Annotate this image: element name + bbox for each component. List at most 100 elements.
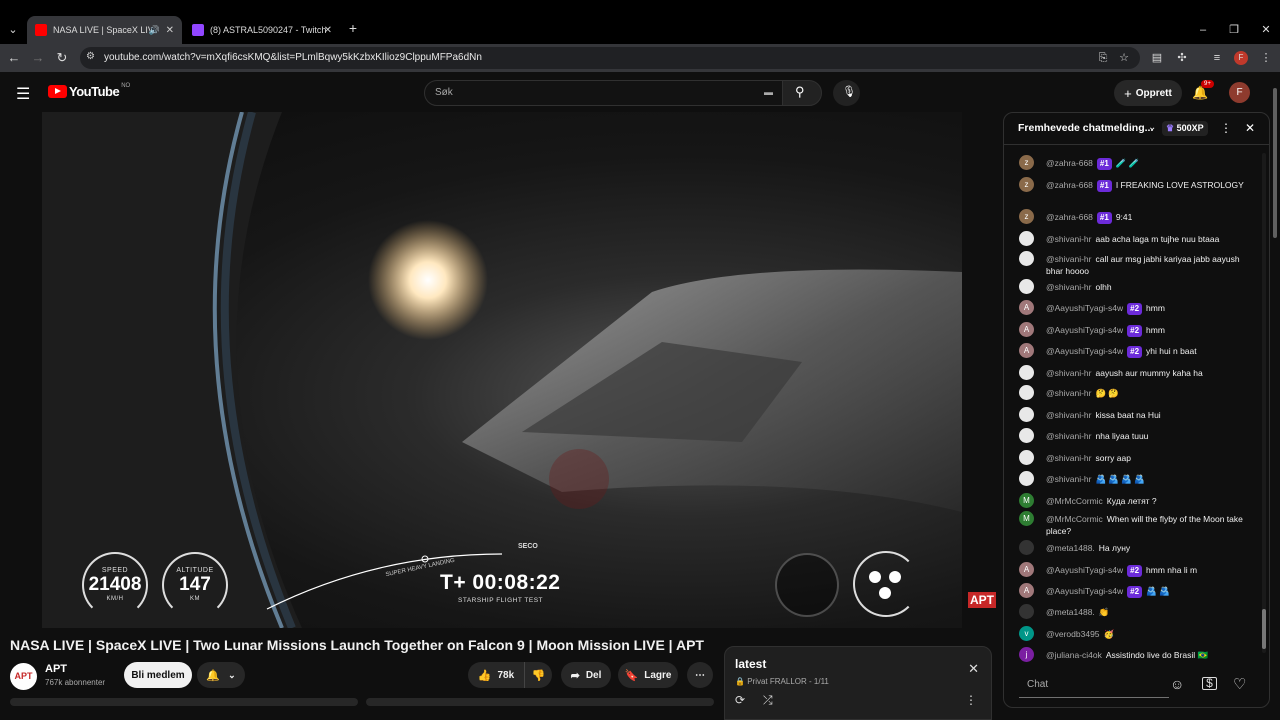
shuffle-icon[interactable]: ⤮ (763, 693, 773, 708)
chat-author[interactable]: @verodb3495 (1046, 629, 1100, 639)
close-window-icon[interactable]: ✕ (1259, 24, 1273, 36)
bookmark-star-icon[interactable]: ☆ (1117, 52, 1131, 64)
chat-avatar[interactable] (1019, 231, 1034, 246)
chat-author[interactable]: @juliana-ci4ok (1046, 650, 1102, 660)
chat-mode-selector[interactable]: Fremhevede chatmelding... (1018, 122, 1153, 134)
chat-author[interactable]: @AayushiTyagi-s4w (1046, 325, 1123, 335)
forward-icon[interactable]: → (30, 50, 46, 65)
chat-author[interactable]: @meta1488. (1046, 543, 1095, 553)
browser-menu-icon[interactable]: ⋮ (1259, 52, 1273, 64)
profile-avatar[interactable]: F (1234, 51, 1248, 65)
chat-avatar[interactable]: z (1019, 209, 1034, 224)
channel-watermark[interactable]: APT (968, 592, 996, 608)
chat-author[interactable]: @shivani-hr (1046, 410, 1091, 420)
chat-avatar[interactable]: z (1019, 177, 1034, 192)
like-button[interactable]: 👍 78k (468, 662, 524, 688)
close-tab-icon[interactable]: ✕ (324, 25, 332, 36)
chat-avatar[interactable] (1019, 279, 1034, 294)
chat-avatar[interactable] (1019, 407, 1034, 422)
chat-author[interactable]: @AayushiTyagi-s4w (1046, 346, 1123, 356)
playlist-title[interactable]: latest (735, 657, 766, 671)
tab-youtube[interactable]: NASA LIVE | SpaceX LIVE | Tw 🔊 ✕ (27, 16, 182, 44)
chat-author[interactable]: @AayushiTyagi-s4w (1046, 565, 1123, 575)
chat-author[interactable]: @MrMcCormic (1046, 496, 1103, 506)
chat-avatar[interactable]: z (1019, 155, 1034, 170)
puzzle-icon[interactable]: ✣ (1175, 52, 1189, 64)
chat-avatar[interactable] (1019, 428, 1034, 443)
extension-icon[interactable]: ▤ (1150, 52, 1164, 64)
chevron-down-icon[interactable]: ⌄ (1148, 122, 1156, 133)
channel-name[interactable]: APT (45, 663, 67, 675)
reload-icon[interactable]: ↻ (54, 50, 70, 66)
chat-input[interactable]: Chat (1019, 672, 1169, 698)
create-button[interactable]: + Opprett (1114, 80, 1182, 106)
install-app-icon[interactable]: ⎘ (1096, 52, 1110, 64)
tab-list-icon[interactable]: ⌄ (6, 24, 20, 36)
more-actions-button[interactable]: ⋯ (687, 662, 713, 688)
close-chat-icon[interactable]: ✕ (1245, 121, 1255, 135)
search-input[interactable]: Søk ▬ (424, 80, 784, 106)
chat-author[interactable]: @shivani-hr (1046, 368, 1091, 378)
chat-avatar[interactable] (1019, 471, 1034, 486)
page-scrollbar[interactable] (1272, 88, 1278, 708)
chat-avatar[interactable]: A (1019, 300, 1034, 315)
site-info-icon[interactable]: ⚙ (86, 51, 95, 62)
chat-avatar[interactable]: A (1019, 343, 1034, 358)
chat-avatar[interactable]: M (1019, 493, 1034, 508)
chat-avatar[interactable] (1019, 604, 1034, 619)
chat-author[interactable]: @zahra-668 (1046, 212, 1093, 222)
tab-twitch[interactable]: (8) ASTRAL5090247 - Twitch ✕ (184, 16, 340, 44)
chat-author[interactable]: @shivani-hr (1046, 388, 1091, 398)
minimize-icon[interactable]: – (1196, 24, 1210, 36)
chat-avatar[interactable]: v (1019, 626, 1034, 641)
dislike-button[interactable]: 👎 (524, 662, 552, 688)
back-icon[interactable]: ← (6, 50, 22, 65)
chat-author[interactable]: @shivani-hr (1046, 431, 1091, 441)
hamburger-menu-icon[interactable]: ☰ (16, 84, 30, 104)
video-player[interactable]: SPEED 21408 KM/H ALTITUDE 147 KM SUPER H… (42, 112, 962, 628)
chat-author[interactable]: @meta1488. (1046, 607, 1095, 617)
channel-avatar[interactable]: APT (10, 663, 37, 690)
new-tab-button[interactable]: + (346, 21, 360, 35)
xp-badge[interactable]: ♛ 500XP (1162, 121, 1208, 136)
super-chat-icon[interactable]: $ (1202, 677, 1217, 690)
chat-scrollbar[interactable] (1262, 153, 1266, 653)
save-button[interactable]: 🔖 Lagre (618, 662, 678, 688)
chat-avatar[interactable] (1019, 251, 1034, 266)
chat-avatar[interactable]: A (1019, 562, 1034, 577)
chat-avatar[interactable]: A (1019, 322, 1034, 337)
chat-avatar[interactable]: A (1019, 583, 1034, 598)
notification-bell-button[interactable]: 🔔 ⌄ (197, 662, 245, 688)
chat-scrollbar-thumb[interactable] (1262, 609, 1266, 649)
restore-icon[interactable]: ❐ (1227, 24, 1241, 36)
chat-avatar[interactable] (1019, 450, 1034, 465)
page-scrollbar-thumb[interactable] (1273, 88, 1277, 238)
chat-author[interactable]: @shivani-hr (1046, 234, 1091, 244)
notifications-button[interactable]: 🔔 9+ (1192, 80, 1214, 102)
chat-avatar[interactable]: M (1019, 511, 1034, 526)
chat-author[interactable]: @shivani-hr (1046, 474, 1091, 484)
chat-author[interactable]: @shivani-hr (1046, 453, 1091, 463)
chat-author[interactable]: @MrMcCormic (1046, 514, 1103, 524)
youtube-logo[interactable]: YouTube NO (48, 83, 130, 99)
chat-author[interactable]: @shivani-hr (1046, 254, 1091, 264)
audio-icon[interactable]: 🔊 (149, 25, 160, 36)
chat-avatar[interactable]: j (1019, 647, 1034, 662)
share-button[interactable]: ➦ Del (561, 662, 611, 688)
close-playlist-icon[interactable]: ✕ (968, 661, 979, 677)
chat-menu-icon[interactable]: ⋮ (1220, 121, 1232, 135)
voice-search-button[interactable]: 🎙 (833, 80, 860, 106)
chat-avatar[interactable] (1019, 365, 1034, 380)
chat-avatar[interactable] (1019, 385, 1034, 400)
chat-author[interactable]: @zahra-668 (1046, 180, 1093, 190)
url-field[interactable]: ⚙ youtube.com/watch?v=mXqfi6csKMQ&list=P… (80, 47, 1140, 69)
keyboard-icon[interactable]: ▬ (764, 87, 773, 97)
chat-author[interactable]: @AayushiTyagi-s4w (1046, 586, 1123, 596)
close-tab-icon[interactable]: ✕ (166, 25, 174, 36)
search-button[interactable]: ⚲ (782, 80, 822, 106)
chat-avatar[interactable] (1019, 540, 1034, 555)
account-avatar[interactable]: F (1229, 82, 1250, 103)
chat-author[interactable]: @zahra-668 (1046, 158, 1093, 168)
media-icon[interactable]: ≡ (1210, 52, 1224, 64)
join-button[interactable]: Bli medlem (124, 662, 192, 688)
